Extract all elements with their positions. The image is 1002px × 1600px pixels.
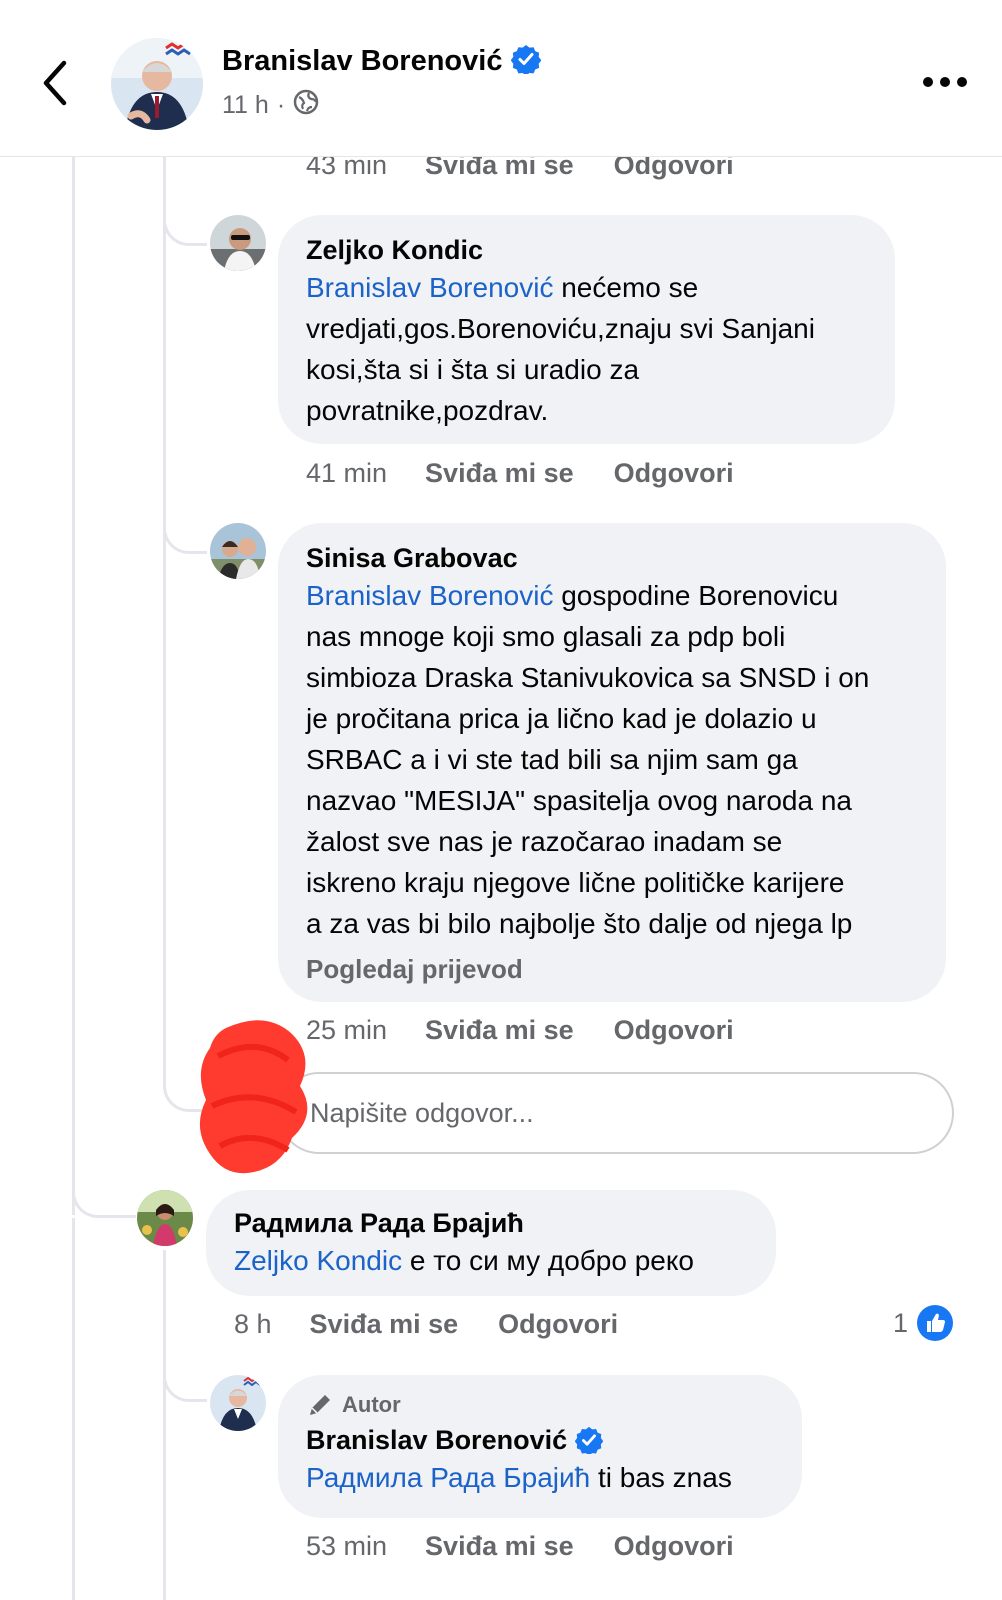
- verified-badge-icon: [511, 44, 542, 79]
- comment-text-line: ti bas znas: [590, 1462, 732, 1493]
- thread-connector: [72, 1180, 136, 1218]
- comment-actions: 25 min Sviđa mi se Odgovori: [306, 1015, 774, 1046]
- post-meta: 11 h ·: [222, 89, 319, 122]
- comment-time[interactable]: 25 min: [306, 1015, 387, 1046]
- comment-text-line: nećemo se: [553, 272, 699, 303]
- reply-button[interactable]: Odgovori: [614, 458, 734, 489]
- comment-author[interactable]: Zeljko Kondic: [306, 233, 867, 267]
- more-dots-icon: [923, 77, 967, 87]
- comment-bubble: Sinisa Grabovac Branislav Borenović gosp…: [278, 523, 946, 1002]
- reply-button[interactable]: Odgovori: [614, 1015, 734, 1046]
- avatar[interactable]: [137, 1190, 193, 1246]
- comment-text-line: е то си му добро реко: [402, 1245, 695, 1276]
- comment-author[interactable]: Sinisa Grabovac: [306, 541, 918, 575]
- redaction-scribble: [199, 1020, 308, 1174]
- comment-text: Branislav Borenović gospodine Borenovicu…: [306, 575, 918, 944]
- comment-time[interactable]: 8 h: [234, 1309, 272, 1340]
- comment-text-line: nas mnoge koji smo glasali za pdp boli: [306, 621, 786, 652]
- comment-text-line: SRBAC a i vi ste tad bili sa njim sam ga: [306, 744, 798, 775]
- like-reaction-icon: [917, 1305, 954, 1341]
- mention-link[interactable]: Branislav Borenović: [306, 272, 553, 303]
- meta-separator: ·: [276, 91, 286, 119]
- comment-bubble: Zeljko Kondic Branislav Borenović nećemo…: [278, 215, 895, 444]
- like-button[interactable]: Sviđa mi se: [425, 458, 574, 489]
- comment-text: Branislav Borenović nećemo se vredjati,g…: [306, 267, 867, 431]
- pencil-icon: [310, 1395, 330, 1415]
- comment-text-line: iskreno kraju njegove lične političke ka…: [306, 867, 845, 898]
- mention-link[interactable]: Branislav Borenović: [306, 580, 553, 611]
- header-title-row: Branislav Borenović: [222, 44, 542, 79]
- reply-button[interactable]: Odgovori: [498, 1309, 618, 1340]
- mention-link[interactable]: Zeljko Kondic: [234, 1245, 402, 1276]
- comment-text-line: a za vas bi bilo najbolje što dalje od n…: [306, 908, 853, 939]
- see-translation-link[interactable]: Pogledaj prijevod: [306, 952, 918, 986]
- comment-text-line: gospodine Borenovicu: [553, 580, 839, 611]
- reaction-count[interactable]: 1: [893, 1304, 954, 1342]
- like-button[interactable]: Sviđa mi se: [425, 1531, 574, 1562]
- comment-text-line: nazvao "MESIJA" spasitelja ovog naroda n…: [306, 785, 852, 816]
- page-title[interactable]: Branislav Borenović: [222, 45, 502, 78]
- comment-author-row: Branislav Borenović: [306, 1423, 774, 1457]
- comment-bubble: Autor Branislav Borenović Радмила Рада Б…: [278, 1375, 802, 1518]
- avatar[interactable]: [210, 215, 266, 271]
- comment-text: Zeljko Kondic е то си му добро реко: [234, 1240, 748, 1281]
- reply-input[interactable]: [278, 1072, 954, 1154]
- comment-text-line: žalost sve nas je razočarao inadam se: [306, 826, 783, 857]
- comment-text-line: simbioza Draska Stanivukovica sa SNSD i …: [306, 662, 870, 693]
- like-button[interactable]: Sviđa mi se: [310, 1309, 459, 1340]
- mention-link[interactable]: Радмила Рада Брајић: [306, 1462, 590, 1493]
- thread-connector: [163, 518, 207, 554]
- comment-text-line: kosi,šta si i šta si uradio za: [306, 354, 640, 385]
- comment-time[interactable]: 41 min: [306, 458, 387, 489]
- comment-author[interactable]: Branislav Borenović: [306, 1423, 567, 1457]
- thread-line-outer: [72, 157, 75, 1215]
- back-button[interactable]: [30, 50, 80, 116]
- comment-actions: 53 min Sviđa mi se Odgovori: [306, 1531, 774, 1562]
- globe-icon: [293, 89, 319, 122]
- comment-text-line: je pročitana prica ja lično kad je dolaz…: [306, 703, 817, 734]
- thread-connector: [163, 1366, 207, 1402]
- verified-badge-icon: [575, 1426, 604, 1454]
- like-button[interactable]: Sviđa mi se: [425, 1015, 574, 1046]
- avatar[interactable]: [210, 1375, 266, 1431]
- comment-text-line: vredjati,gos.Borenoviću,znaju svi Sanjan…: [306, 313, 815, 344]
- avatar[interactable]: [210, 523, 266, 579]
- thread-connector: [163, 210, 207, 246]
- chevron-left-icon: [43, 60, 67, 106]
- comment-author[interactable]: Радмила Рада Брајић: [234, 1206, 748, 1240]
- comment-text: Радмила Рада Брајић ti bas znas: [306, 1457, 774, 1498]
- author-badge: Autor: [306, 1391, 774, 1419]
- comment-actions: 8 h Sviđa mi se Odgovori: [234, 1309, 658, 1340]
- comment-bubble: Радмила Рада Брајић Zeljko Kondic е то с…: [206, 1190, 776, 1296]
- reaction-count-value: 1: [893, 1307, 909, 1338]
- comment-text-line: povratnike,pozdrav.: [306, 395, 549, 426]
- thread-line-inner: [163, 157, 166, 1087]
- comment-actions: 41 min Sviđa mi se Odgovori: [306, 458, 774, 489]
- thread-line-outer-lower: [72, 1218, 75, 1600]
- more-options-button[interactable]: [915, 62, 975, 102]
- post-time[interactable]: 11 h: [222, 91, 269, 120]
- avatar[interactable]: [111, 38, 203, 130]
- author-badge-label: Autor: [342, 1392, 401, 1417]
- comment-time[interactable]: 53 min: [306, 1531, 387, 1562]
- reply-button[interactable]: Odgovori: [614, 1531, 734, 1562]
- post-header: Branislav Borenović 11 h ·: [0, 0, 1002, 157]
- thread-line-reply: [163, 1250, 166, 1600]
